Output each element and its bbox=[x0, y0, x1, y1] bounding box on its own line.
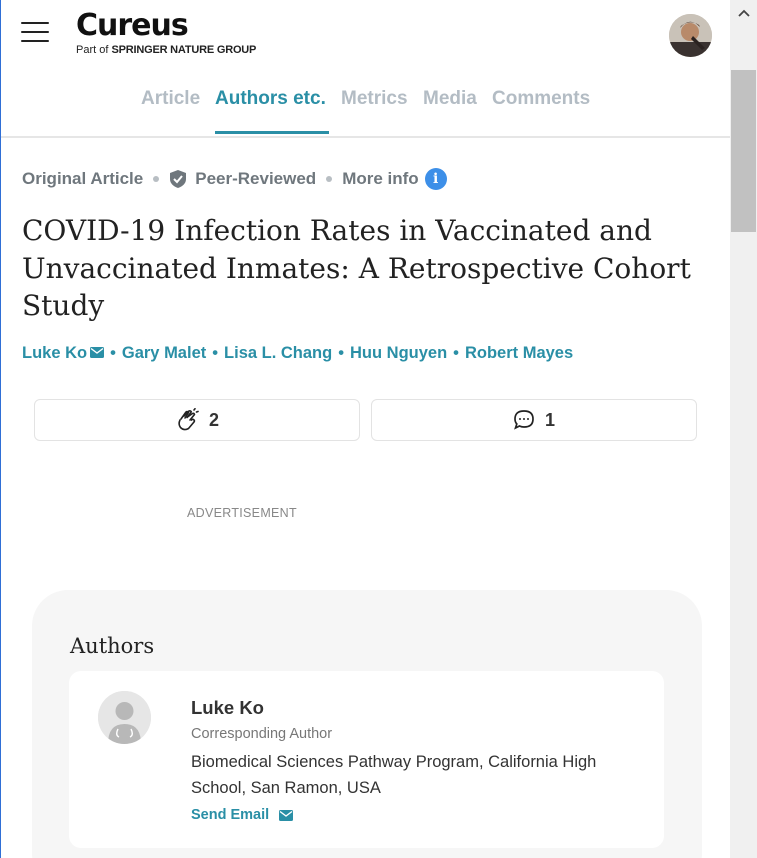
info-icon[interactable]: i bbox=[424, 168, 447, 190]
author-link-huu-nguyen[interactable]: Huu Nguyen bbox=[350, 344, 447, 363]
author-separator: • bbox=[338, 344, 344, 362]
separator-dot bbox=[153, 176, 160, 182]
author-link-robert-mayes[interactable]: Robert Mayes bbox=[465, 344, 573, 363]
author-separator: • bbox=[110, 344, 116, 362]
scholarly-impact-count: 2 bbox=[208, 409, 219, 430]
article-tabs: Article Authors etc. Metrics Media Comme… bbox=[1, 78, 730, 138]
more-info-link[interactable]: More info bbox=[342, 169, 419, 189]
shield-check-icon bbox=[169, 169, 187, 189]
mail-icon bbox=[269, 809, 294, 821]
review-status: Peer-Reviewed bbox=[195, 169, 317, 188]
tab-comments[interactable]: Comments bbox=[492, 88, 590, 110]
author-affiliation: Biomedical Sciences Pathway Program, Cal… bbox=[191, 753, 597, 797]
vertical-scrollbar[interactable] bbox=[730, 0, 757, 858]
menu-icon[interactable] bbox=[21, 22, 49, 42]
mail-icon[interactable] bbox=[90, 344, 105, 363]
tab-authors[interactable]: Authors etc. bbox=[215, 88, 326, 110]
logo-sub-brand: SPRINGER NATURE GROUP bbox=[111, 44, 257, 56]
scholarly-impact-button[interactable]: 2 bbox=[34, 399, 360, 441]
comments-count: 1 bbox=[544, 409, 555, 430]
site-header: Cureus Part of SPRINGER NATURE GROUP bbox=[1, 0, 730, 70]
send-email-label: Send Email bbox=[191, 807, 270, 823]
comment-icon bbox=[513, 409, 545, 431]
author-separator: • bbox=[212, 344, 219, 362]
comments-button[interactable]: 1 bbox=[371, 399, 697, 441]
active-tab-indicator bbox=[215, 131, 329, 134]
scroll-up-arrow-icon[interactable] bbox=[730, 0, 757, 26]
authors-section: Authors Luke Ko Corresponding Author Bio… bbox=[32, 590, 702, 858]
scrollbar-thumb[interactable] bbox=[731, 70, 756, 232]
logo-sub-prefix: Part of bbox=[76, 44, 109, 56]
author-link-luke-ko[interactable]: Luke Ko bbox=[22, 344, 87, 363]
author-list: Luke Ko • Gary Malet • Lisa L. Chang • H… bbox=[22, 344, 573, 363]
logo-text: Cureus bbox=[76, 8, 189, 43]
tab-media[interactable]: Media bbox=[423, 88, 477, 110]
author-role: Corresponding Author bbox=[191, 726, 333, 742]
author-separator: • bbox=[453, 344, 459, 362]
article-meta: Original Article Peer-Reviewed More info… bbox=[22, 168, 447, 190]
advertisement-label: ADVERTISEMENT bbox=[187, 506, 297, 520]
tab-metrics[interactable]: Metrics bbox=[341, 88, 408, 110]
article-title: COVID-19 Infection Rates in Vaccinated a… bbox=[22, 214, 691, 322]
tab-article[interactable]: Article bbox=[141, 88, 200, 110]
send-email-link[interactable]: Send Email bbox=[191, 807, 294, 823]
author-link-gary-malet[interactable]: Gary Malet bbox=[122, 344, 206, 363]
user-avatar[interactable] bbox=[669, 14, 712, 57]
logo-subtitle: Part of SPRINGER NATURE GROUP bbox=[76, 44, 256, 56]
cureus-logo[interactable]: Cureus Part of SPRINGER NATURE GROUP bbox=[76, 8, 256, 57]
page-frame: Cureus Part of SPRINGER NATURE GROUP Art… bbox=[0, 0, 730, 858]
authors-heading: Authors bbox=[70, 634, 155, 658]
author-link-lisa-chang[interactable]: Lisa L. Chang bbox=[224, 344, 332, 363]
separator-dot bbox=[326, 176, 333, 182]
clap-icon bbox=[175, 408, 209, 432]
author-card: Luke Ko Corresponding Author Biomedical … bbox=[69, 671, 664, 848]
article-type: Original Article bbox=[22, 169, 144, 188]
author-avatar-placeholder-icon bbox=[98, 691, 151, 744]
author-name: Luke Ko bbox=[191, 697, 264, 718]
